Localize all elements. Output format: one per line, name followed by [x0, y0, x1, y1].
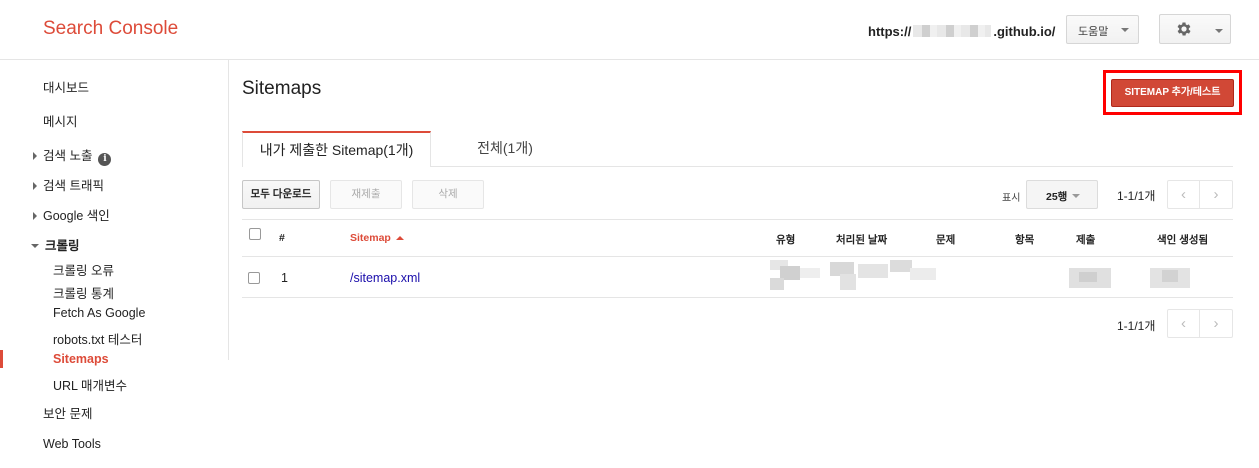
column-header-processed-date[interactable]: 처리된 날짜: [836, 232, 887, 247]
sidebar-item-google-index[interactable]: Google 색인: [33, 205, 110, 224]
highlight-box: SITEMAP 추가/테스트: [1103, 70, 1242, 115]
sidebar-item-crawl[interactable]: 크롤링: [31, 235, 80, 254]
chevron-right-icon[interactable]: ›: [1200, 310, 1232, 337]
gear-icon: [1177, 22, 1191, 36]
sidebar-item-security-issues[interactable]: 보안 문제: [43, 403, 92, 422]
pagination-controls-bottom: ‹ ›: [1167, 309, 1233, 338]
chevron-down-icon: [1215, 29, 1223, 33]
site-url-suffix: .github.io/: [993, 24, 1056, 39]
pagination-range-bottom: 1-1/1개: [1117, 319, 1156, 333]
row-checkbox[interactable]: [248, 272, 260, 284]
sidebar-item-crawl-stats[interactable]: 크롤링 통계: [53, 283, 114, 302]
chevron-down-icon: [1121, 28, 1129, 32]
sidebar-item-label: 검색 트래픽: [43, 179, 104, 193]
sidebar-item-search-appearance[interactable]: 검색 노출 i: [33, 145, 112, 166]
chevron-right-icon[interactable]: ›: [1200, 181, 1232, 208]
column-header-issues[interactable]: 문제: [936, 232, 955, 247]
column-header-indexed[interactable]: 색인 생성됨: [1157, 232, 1208, 247]
rows-per-page-select[interactable]: 25행: [1026, 180, 1098, 209]
page-title: Sitemaps: [242, 78, 322, 99]
rows-per-page-label: 표시: [1002, 193, 1021, 204]
select-all-checkbox[interactable]: [249, 228, 261, 240]
row-index: 1: [281, 271, 288, 285]
redacted-submitted: [1069, 268, 1111, 288]
resubmit-button[interactable]: 재제출: [330, 180, 402, 209]
app-logo[interactable]: Search Console: [43, 18, 178, 40]
site-url[interactable]: https:// .github.io/: [868, 24, 1055, 39]
download-all-button[interactable]: 모두 다운로드: [242, 180, 320, 209]
sidebar-item-url-parameters[interactable]: URL 매개변수: [53, 375, 127, 394]
sidebar-item-dashboard[interactable]: 대시보드: [43, 77, 89, 96]
tab-my-sitemaps[interactable]: 내가 제출한 Sitemap(1개): [242, 131, 431, 167]
sidebar-item-crawl-errors[interactable]: 크롤링 오류: [53, 260, 114, 279]
table-header-divider: [242, 219, 1233, 220]
chevron-left-icon[interactable]: ‹: [1168, 310, 1200, 337]
sidebar-item-search-traffic[interactable]: 검색 트래픽: [33, 175, 104, 194]
site-url-prefix: https://: [868, 24, 912, 39]
collapse-arrow-icon: [31, 244, 39, 248]
sidebar-item-web-tools[interactable]: Web Tools: [43, 437, 101, 451]
sidebar-item-label: 크롤링: [45, 239, 80, 253]
active-indicator: [0, 350, 3, 368]
column-header-index: #: [279, 232, 285, 244]
add-test-sitemap-button[interactable]: SITEMAP 추가/테스트: [1111, 79, 1234, 107]
delete-button[interactable]: 삭제: [412, 180, 484, 209]
pagination-range: 1-1/1개: [1117, 189, 1156, 203]
top-header: Search Console https:// .github.io/ 도움말: [0, 0, 1259, 60]
chevron-left-icon[interactable]: ‹: [1168, 181, 1200, 208]
sitemap-link[interactable]: /sitemap.xml: [350, 271, 420, 285]
expand-arrow-icon: [33, 212, 37, 220]
column-header-sitemap[interactable]: Sitemap: [350, 232, 404, 244]
redacted-indexed: [1150, 268, 1190, 288]
sidebar-item-robots-tester[interactable]: robots.txt 테스터: [53, 329, 142, 348]
help-dropdown-button[interactable]: 도움말: [1066, 15, 1139, 44]
rows-per-page-value: 25행: [1046, 191, 1068, 203]
pagination-controls: ‹ ›: [1167, 180, 1233, 209]
settings-button[interactable]: [1159, 14, 1231, 44]
info-icon[interactable]: i: [98, 153, 112, 166]
sidebar-item-messages[interactable]: 메시지: [43, 111, 78, 130]
expand-arrow-icon: [33, 152, 37, 160]
column-header-label: Sitemap: [350, 232, 391, 244]
sidebar-item-label: Google 색인: [43, 209, 110, 223]
sidebar-item-sitemaps[interactable]: Sitemaps: [53, 352, 109, 366]
column-header-items[interactable]: 항목: [1015, 232, 1034, 247]
sidebar-item-fetch-as-google[interactable]: Fetch As Google: [53, 306, 145, 320]
redacted-domain: [913, 25, 992, 37]
table-row-divider: [242, 256, 1233, 257]
column-header-submitted[interactable]: 제출: [1076, 232, 1095, 247]
column-header-type[interactable]: 유형: [776, 232, 795, 247]
table-bottom-divider: [242, 297, 1233, 298]
redacted-type-and-date: [770, 260, 936, 290]
help-label: 도움말: [1078, 26, 1109, 38]
expand-arrow-icon: [33, 182, 37, 190]
tab-all[interactable]: 전체(1개): [455, 131, 555, 167]
sidebar-item-label: 검색 노출: [43, 149, 93, 163]
sort-ascending-icon: [395, 236, 404, 240]
chevron-down-icon: [1072, 194, 1080, 198]
